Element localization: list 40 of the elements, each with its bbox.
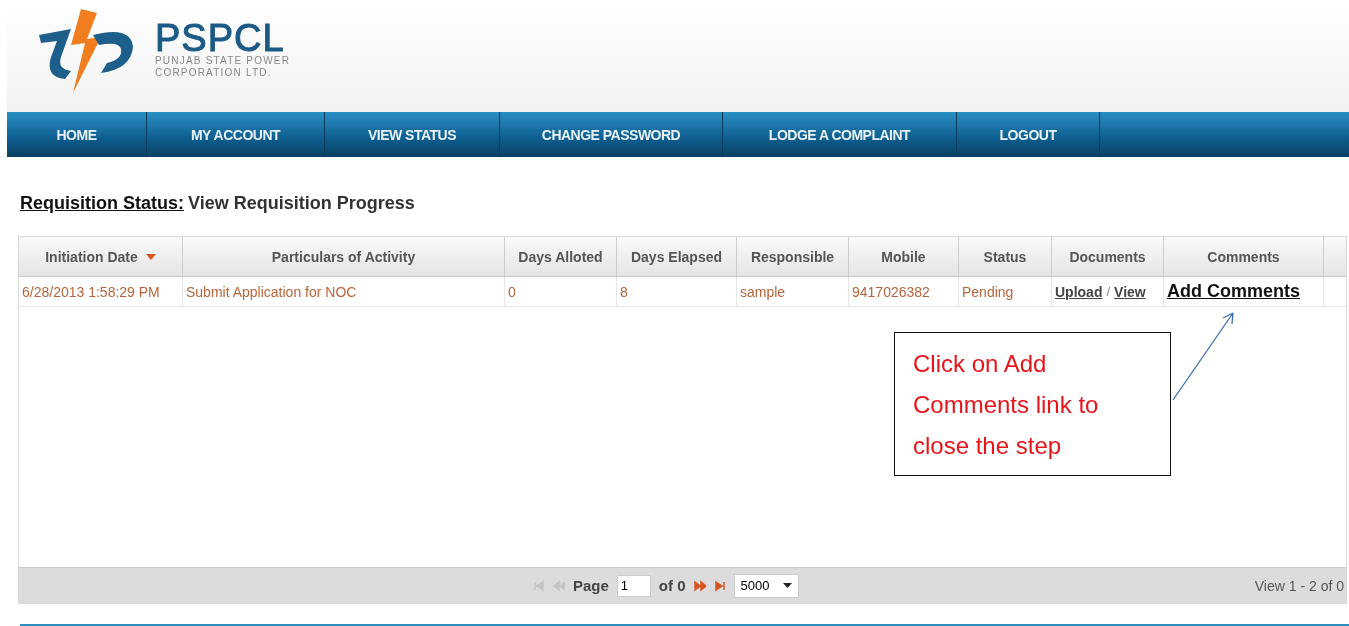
- page-size-select[interactable]: 5000: [733, 573, 800, 598]
- section-label: Requisition Status:: [20, 193, 184, 215]
- nav-item[interactable]: LODGE A COMPLAINT: [723, 112, 957, 157]
- column-header[interactable]: Documents: [1052, 237, 1164, 276]
- table-cell: 8: [617, 277, 737, 306]
- records-info: View 1 - 2 of 0: [1254, 577, 1344, 594]
- column-header[interactable]: Days Alloted: [505, 237, 617, 276]
- pager-next-icon[interactable]: [693, 579, 706, 592]
- column-header[interactable]: Responsible: [737, 237, 849, 276]
- table-cell: sample: [737, 277, 849, 306]
- callout-box: Click on Add Comments link to close the step: [894, 332, 1171, 476]
- table-cell: 9417026382: [849, 277, 959, 306]
- column-header[interactable]: Particulars of Activity: [183, 237, 505, 276]
- table-cell: 0: [505, 277, 617, 306]
- page-count: of 0: [658, 577, 686, 594]
- brand-subtitle: CORPORATION LTD.: [155, 67, 273, 79]
- page-title: View Requisition Progress: [188, 193, 415, 215]
- table-cell: Pending: [959, 277, 1052, 306]
- brand-name: PSPCL: [155, 21, 285, 55]
- column-header[interactable]: Initiation Date: [19, 237, 183, 276]
- dropdown-caret-icon: [783, 583, 793, 588]
- table-cell: 6/28/2013 1:58:29 PM: [19, 277, 183, 306]
- nav-item[interactable]: HOME: [7, 112, 147, 157]
- column-header[interactable]: Comments: [1164, 237, 1324, 276]
- column-header[interactable]: Status: [959, 237, 1052, 276]
- page-input[interactable]: 1: [616, 574, 651, 597]
- nav-item[interactable]: MY ACCOUNT: [147, 112, 325, 157]
- view-link[interactable]: View: [1114, 283, 1146, 300]
- nav-item[interactable]: CHANGE PASSWORD: [500, 112, 723, 157]
- brand-subtitle: PUNJAB STATE POWER: [155, 55, 291, 67]
- pager-last-icon[interactable]: [713, 579, 726, 592]
- column-header[interactable]: Mobile: [849, 237, 959, 276]
- nav-item[interactable]: LOGOUT: [957, 112, 1100, 157]
- table-cell: Submit Application for NOC: [183, 277, 505, 306]
- page-label: Page: [573, 577, 609, 594]
- nav-item[interactable]: VIEW STATUS: [325, 112, 500, 157]
- upload-link[interactable]: Upload: [1055, 283, 1103, 300]
- add-comments-link[interactable]: Add Comments: [1167, 281, 1300, 302]
- link-separator: /: [1106, 284, 1111, 299]
- column-header[interactable]: Days Elapsed: [617, 237, 737, 276]
